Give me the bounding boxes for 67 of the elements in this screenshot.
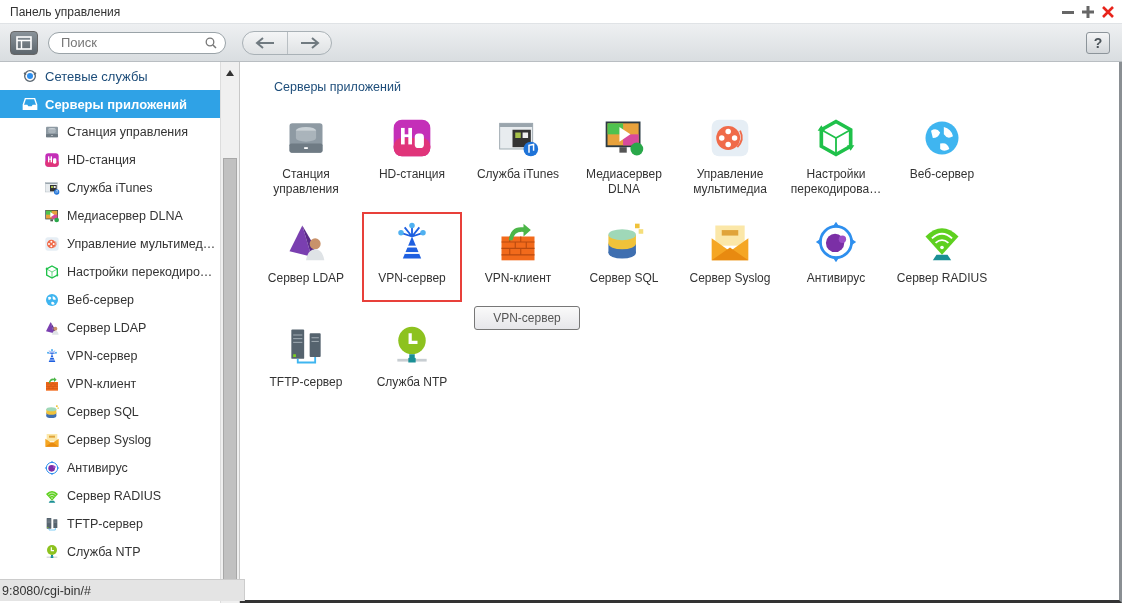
section-heading: Серверы приложений (274, 80, 402, 94)
sidebar-item[interactable]: Сервер Syslog (0, 426, 220, 454)
app-tile[interactable]: Станция управления (256, 108, 356, 198)
left-arrow-icon (255, 36, 275, 49)
sidebar-item[interactable]: VPN-сервер (0, 342, 220, 370)
film-reel-icon (44, 236, 60, 252)
sidebar-item[interactable]: Служба NTP (0, 538, 220, 566)
server-icon (44, 516, 60, 532)
app-tile[interactable]: Веб-сервер (892, 108, 992, 198)
antenna-icon (44, 348, 60, 364)
search-field[interactable]: Поиск (48, 31, 226, 54)
sidebar-item[interactable]: HD-станция (0, 146, 220, 174)
app-tile[interactable]: Медиасервер DLNA (574, 108, 674, 198)
app-tile[interactable]: Антивирус (786, 212, 886, 302)
right-arrow-icon (299, 36, 320, 49)
network-icon (22, 68, 38, 84)
sidebar-item[interactable]: Управление мультимед… (0, 230, 220, 258)
app-tile[interactable]: VPN-клиент (468, 212, 568, 302)
app-tile[interactable]: Сервер LDAP (256, 212, 356, 302)
app-tile[interactable]: Служба iTunes (468, 108, 568, 198)
app-tile[interactable]: Управление мультимедиа (680, 108, 780, 198)
sidebar-item[interactable]: Сервер SQL (0, 398, 220, 426)
scrollbar[interactable] (220, 62, 240, 603)
wifi-icon (44, 488, 60, 504)
window-title: Панель управления (10, 4, 122, 19)
sidebar-item[interactable]: Сервер RADIUS (0, 482, 220, 510)
search-icon (205, 36, 217, 49)
app-tile[interactable]: Сервер SQL (574, 212, 674, 302)
tray-icon (22, 96, 38, 112)
sidebar-item[interactable]: Веб-сервер (0, 286, 220, 314)
app-tile[interactable]: Настройки перекодирова… (786, 108, 886, 198)
target-icon (44, 460, 60, 476)
globe-icon (44, 292, 60, 308)
app-tile[interactable]: Сервер Syslog (680, 212, 780, 302)
layout-icon (16, 35, 32, 50)
scroll-up-icon[interactable] (226, 70, 234, 76)
database-icon (44, 404, 60, 420)
maximize-icon[interactable] (1082, 5, 1094, 18)
app-tile[interactable]: HD-станция (362, 108, 462, 198)
sidebar-item[interactable]: Служба iTunes (0, 174, 220, 202)
status-bar: 9:8080/cgi-bin/# (0, 579, 245, 601)
envelope-icon (44, 432, 60, 448)
cube-icon (44, 264, 60, 280)
app-tile-icon (44, 152, 60, 168)
window-icon (44, 180, 60, 196)
tooltip: VPN-сервер (474, 306, 580, 330)
clock-icon (44, 544, 60, 560)
sidebar-item[interactable]: VPN-клиент (0, 370, 220, 398)
app-tile[interactable]: Служба NTP (362, 316, 462, 406)
app-tile[interactable]: TFTP-сервер (256, 316, 356, 406)
sidebar-item[interactable]: Антивирус (0, 454, 220, 482)
close-icon[interactable] (1102, 5, 1114, 18)
monitor-icon (44, 208, 60, 224)
sidebar-item[interactable]: Сетевые службы (0, 62, 220, 90)
app-tile[interactable]: VPN-сервер (362, 212, 462, 302)
pyramid-icon (44, 320, 60, 336)
app-tile[interactable]: Сервер RADIUS (892, 212, 992, 302)
target-icon (814, 220, 858, 264)
sidebar-item[interactable]: TFTP-сервер (0, 510, 220, 538)
sidebar-item[interactable]: Медиасервер DLNA (0, 202, 220, 230)
sidebar-item[interactable]: Станция управления (0, 118, 220, 146)
sidebar-item[interactable]: Настройки перекодиро… (0, 258, 220, 286)
brick-wall-icon (44, 376, 60, 392)
help-button[interactable]: ? (1086, 31, 1110, 54)
drive-icon (44, 124, 60, 140)
sidebar-toggle-button[interactable] (10, 30, 38, 55)
sidebar-item[interactable]: Сервер LDAP (0, 314, 220, 342)
